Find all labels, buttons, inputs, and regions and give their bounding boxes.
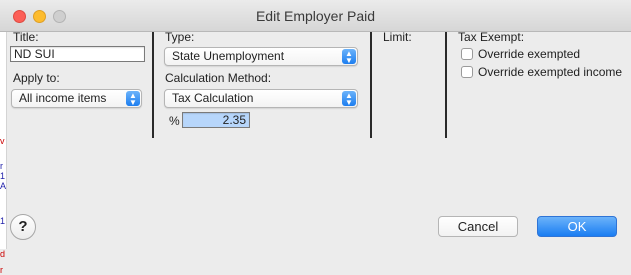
tax-exempt-label: Tax Exempt:	[458, 30, 525, 44]
apply-to-value: All income items	[19, 91, 107, 105]
column-divider	[370, 32, 372, 138]
title-label: Title:	[13, 30, 39, 44]
apply-to-label: Apply to:	[13, 71, 60, 85]
percent-label: %	[169, 114, 180, 128]
apply-to-select[interactable]: All income items ▲ ▼	[11, 89, 142, 108]
background-text-mark: 1	[0, 216, 6, 226]
type-select[interactable]: State Unemployment ▲ ▼	[164, 47, 358, 66]
ok-button[interactable]: OK	[537, 216, 617, 237]
override-exempted-income-checkbox[interactable]	[461, 66, 473, 78]
title-bar: Edit Employer Paid	[0, 0, 631, 32]
override-exempted-checkbox[interactable]	[461, 48, 473, 60]
calc-method-select[interactable]: Tax Calculation ▲ ▼	[164, 89, 358, 108]
cancel-button[interactable]: Cancel	[438, 216, 518, 237]
background-window-edge: v r 1 A 1 d r	[0, 32, 7, 275]
override-exempted-label[interactable]: Override exempted	[478, 47, 580, 61]
limit-label: Limit:	[383, 30, 412, 44]
calc-method-label: Calculation Method:	[165, 71, 272, 85]
column-divider	[152, 32, 154, 138]
help-button[interactable]: ?	[10, 214, 36, 240]
background-text-mark: 1	[0, 171, 6, 181]
type-value: State Unemployment	[172, 49, 285, 63]
background-text-mark: A	[0, 181, 7, 191]
background-text-mark: v	[0, 136, 5, 146]
column-divider	[445, 32, 447, 138]
background-text-mark: r	[0, 161, 3, 171]
percent-input[interactable]: 2.35	[182, 112, 250, 128]
calc-method-value: Tax Calculation	[172, 91, 254, 105]
popup-arrows-icon: ▲ ▼	[342, 91, 356, 106]
title-input[interactable]: ND SUI	[10, 46, 145, 62]
background-text-mark: r	[0, 265, 3, 275]
override-exempted-income-label[interactable]: Override exempted income	[478, 65, 622, 79]
popup-arrows-icon: ▲ ▼	[342, 49, 356, 64]
window-title: Edit Employer Paid	[255, 8, 376, 24]
popup-arrows-icon: ▲ ▼	[126, 91, 140, 106]
background-text-mark: d	[0, 249, 6, 259]
type-label: Type:	[165, 30, 195, 44]
